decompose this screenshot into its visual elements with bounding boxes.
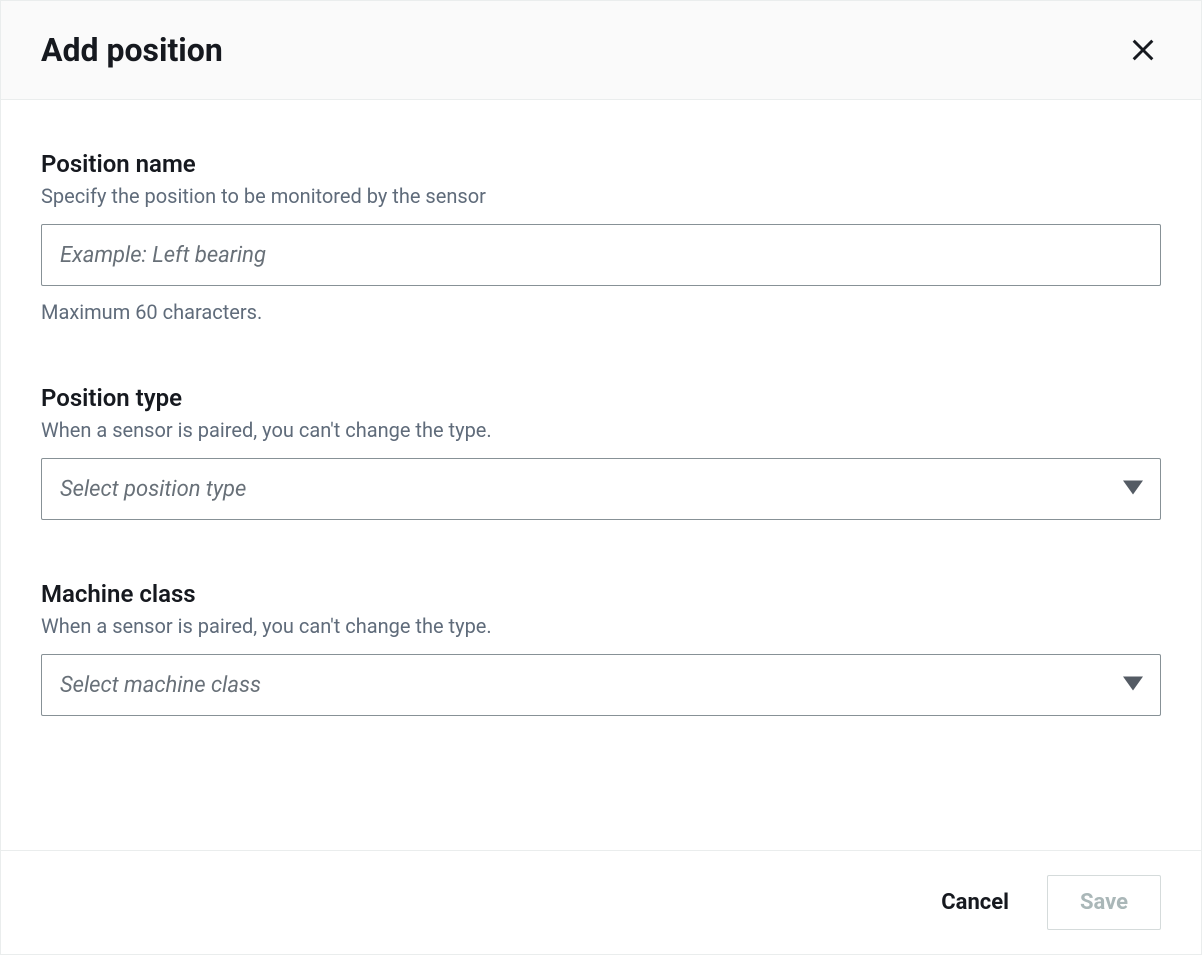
position-name-label: Position name [41, 150, 1161, 178]
position-type-group: Position type When a sensor is paired, y… [41, 384, 1161, 520]
add-position-dialog: Add position Position name Specify the p… [0, 0, 1202, 955]
machine-class-select[interactable]: Select machine class [41, 654, 1161, 716]
position-type-placeholder: Select position type [41, 458, 1161, 520]
position-type-description: When a sensor is paired, you can't chang… [41, 418, 1161, 442]
dialog-header: Add position [1, 1, 1201, 100]
dialog-title: Add position [41, 31, 223, 69]
position-name-description: Specify the position to be monitored by … [41, 184, 1161, 208]
cancel-button[interactable]: Cancel [933, 876, 1017, 929]
position-name-constraint: Maximum 60 characters. [41, 300, 1161, 324]
position-type-label: Position type [41, 384, 1161, 412]
close-icon [1129, 36, 1157, 64]
machine-class-description: When a sensor is paired, you can't chang… [41, 614, 1161, 638]
position-name-group: Position name Specify the position to be… [41, 150, 1161, 324]
dialog-footer: Cancel Save [1, 850, 1201, 954]
dialog-body: Position name Specify the position to be… [1, 100, 1201, 850]
machine-class-label: Machine class [41, 580, 1161, 608]
save-button[interactable]: Save [1047, 875, 1161, 930]
machine-class-group: Machine class When a sensor is paired, y… [41, 580, 1161, 716]
close-button[interactable] [1125, 32, 1161, 68]
machine-class-placeholder: Select machine class [41, 654, 1161, 716]
position-name-input[interactable] [41, 224, 1161, 286]
position-type-select[interactable]: Select position type [41, 458, 1161, 520]
